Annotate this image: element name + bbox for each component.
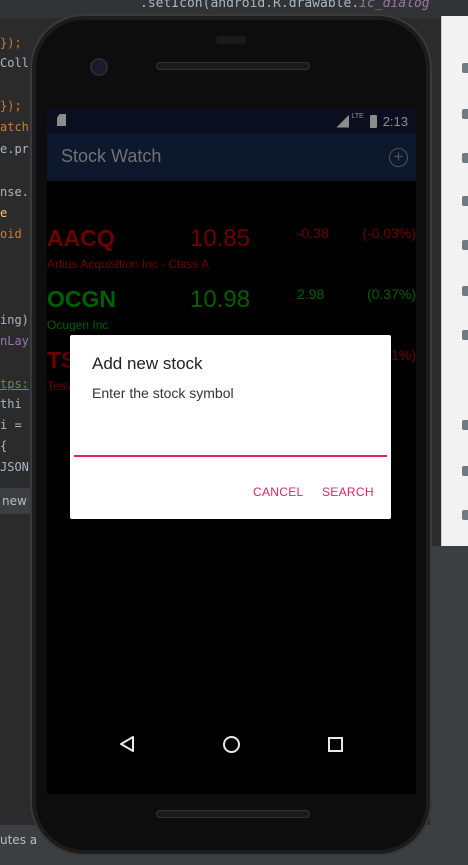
code-line: }); — [0, 99, 22, 113]
tool-icon[interactable] — [462, 330, 468, 340]
tool-icon[interactable] — [462, 240, 468, 250]
home-icon[interactable] — [223, 736, 240, 753]
phone-sensor — [216, 36, 246, 44]
ide-new-tab[interactable]: new — [0, 488, 32, 514]
search-button[interactable]: SEARCH — [322, 485, 374, 499]
code-line: e — [0, 206, 8, 220]
code-line: ing) — [0, 313, 29, 327]
code-line: i = — [0, 418, 22, 432]
tool-icon[interactable] — [462, 63, 468, 73]
code-line: oid — [0, 227, 22, 241]
tool-icon[interactable] — [462, 153, 468, 163]
code-line: JSON — [0, 460, 29, 474]
phone-earpiece — [156, 62, 310, 70]
front-camera — [92, 60, 106, 74]
code-line: nLay — [0, 334, 29, 348]
dialog-title: Add new stock — [92, 354, 203, 373]
phone-speaker — [156, 810, 310, 818]
code-line: Coll — [0, 56, 29, 70]
code-line: nse. — [0, 185, 29, 199]
code-line: atch — [0, 120, 29, 134]
code-line: }); — [0, 36, 22, 50]
add-stock-dialog: Add new stock Enter the stock symbol CAN… — [70, 335, 391, 519]
tool-icon[interactable] — [462, 420, 468, 430]
code-line: e.pr — [0, 142, 29, 156]
code-line: thi — [0, 397, 22, 411]
cancel-button[interactable]: CANCEL — [253, 485, 303, 499]
tool-icon[interactable] — [462, 196, 468, 206]
tool-icon[interactable] — [462, 510, 468, 520]
tool-icon[interactable] — [462, 286, 468, 296]
recent-apps-icon[interactable] — [328, 737, 343, 752]
ide-top-code: .setIcon(android.R.drawable.ic_dialog — [140, 0, 430, 11]
ide-right-strip — [430, 546, 468, 825]
tool-icon[interactable] — [462, 466, 468, 476]
back-icon[interactable] — [120, 736, 134, 752]
dialog-message: Enter the stock symbol — [92, 385, 234, 401]
ide-right-tool-panel — [441, 16, 468, 546]
code-line: tps: — [0, 377, 29, 391]
code-line: { — [0, 439, 8, 453]
ide-status-text: utes a — [0, 833, 38, 847]
stock-symbol-input[interactable] — [74, 427, 387, 457]
tool-icon[interactable] — [462, 109, 468, 119]
